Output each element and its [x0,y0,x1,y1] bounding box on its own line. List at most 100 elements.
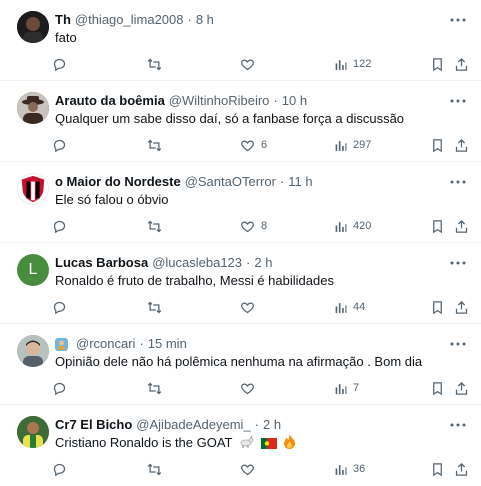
user-handle[interactable]: @thiago_lima2008 [75,11,184,29]
share-icon [454,462,469,477]
share-button[interactable] [454,381,469,396]
avatar[interactable] [17,11,49,43]
profile-photo-icon [17,416,49,448]
timestamp[interactable]: 15 min [148,335,187,353]
view-count: 297 [353,139,372,151]
avatar-letter: L [28,261,38,278]
retweet-button[interactable] [147,300,168,315]
views-button[interactable]: 44 [334,301,365,314]
more-options-icon[interactable] [449,416,467,434]
share-icon [454,300,469,315]
retweet-icon [147,462,162,477]
views-button[interactable]: 122 [334,58,371,71]
display-name[interactable]: Cr7 El Bicho [55,416,132,434]
user-handle[interactable]: @lucasleba123 [152,254,242,272]
display-name[interactable]: Arauto da boêmia [55,92,165,110]
profile-photo-icon [17,11,49,43]
timestamp[interactable]: 8 h [196,11,214,29]
timestamp[interactable]: 11 h [288,173,312,191]
reply-button[interactable] [52,219,73,234]
reply-button[interactable] [52,300,73,315]
reply-button[interactable] [52,57,73,72]
display-name[interactable]: o Maior do Nordeste [55,173,181,191]
bookmark-button[interactable] [430,462,445,477]
avatar[interactable] [17,92,49,124]
like-button[interactable] [240,57,261,72]
views-chart-icon [334,382,347,395]
like-button[interactable] [240,462,261,477]
like-button[interactable]: 8 [240,219,267,234]
view-count: 122 [353,58,372,70]
bookmark-button[interactable] [430,381,445,396]
avatar[interactable] [17,416,49,448]
user-handle[interactable]: @WiltinhoRibeiro [169,92,270,110]
tweet[interactable]: o Maior do Nordeste @SantaOTerror · 11 h… [0,162,481,243]
tweet[interactable]: Arauto da boêmia @WiltinhoRibeiro · 10 h… [0,81,481,162]
separator: · [246,255,251,270]
views-button[interactable]: 420 [334,220,371,233]
reply-icon [52,57,67,72]
more-options-icon[interactable] [449,173,467,191]
heart-icon [240,300,255,315]
bookmark-icon [430,219,445,234]
tweet[interactable]: Cr7 El Bicho @AjibadeAdeyemi_ · 2 h Cris… [0,405,481,486]
display-name[interactable]: Th [55,11,71,29]
tweet-actions: 122 [52,54,473,74]
share-button[interactable] [454,300,469,315]
share-button[interactable] [454,57,469,72]
bookmark-button[interactable] [430,57,445,72]
reply-button[interactable] [52,138,73,153]
display-name[interactable]: Lucas Barbosa [55,254,148,272]
retweet-button[interactable] [147,462,168,477]
tweet-text: fato [55,30,77,45]
retweet-button[interactable] [147,57,168,72]
views-chart-icon [334,463,347,476]
heart-icon [240,381,255,396]
like-button[interactable] [240,381,261,396]
avatar[interactable] [17,335,49,367]
timestamp[interactable]: 10 h [282,92,307,110]
retweet-button[interactable] [147,219,168,234]
share-button[interactable] [454,219,469,234]
tweet[interactable]: @rconcari · 15 min Opinião dele não há p… [0,324,481,405]
bookmark-icon [430,138,445,153]
separator: · [139,336,144,351]
share-button[interactable] [454,462,469,477]
bookmark-button[interactable] [430,138,445,153]
share-icon [454,138,469,153]
views-button[interactable]: 297 [334,139,371,152]
portugal-flag-emoji-icon [260,436,277,454]
avatar[interactable] [17,173,49,205]
retweet-icon [147,57,162,72]
more-options-icon[interactable] [449,254,467,272]
more-options-icon[interactable] [449,92,467,110]
user-handle[interactable]: @rconcari [76,335,135,353]
timestamp[interactable]: 2 h [254,254,272,272]
timestamp[interactable]: 2 h [263,416,281,434]
retweet-icon [147,219,162,234]
bookmark-icon [430,462,445,477]
reply-icon [52,381,67,396]
retweet-button[interactable] [147,381,168,396]
like-button[interactable]: 6 [240,138,267,153]
more-options-icon[interactable] [449,335,467,353]
user-handle[interactable]: @AjibadeAdeyemi_ [136,416,250,434]
reply-button[interactable] [52,381,73,396]
tweet[interactable]: L Lucas Barbosa @lucasleba123 · 2 h Rona… [0,243,481,324]
retweet-button[interactable] [147,138,168,153]
reply-button[interactable] [52,462,73,477]
bookmark-button[interactable] [430,300,445,315]
heart-icon [240,462,255,477]
tweet-header: Arauto da boêmia @WiltinhoRibeiro · 10 h [55,92,441,110]
share-icon [454,219,469,234]
more-options-icon[interactable] [449,11,467,29]
avatar[interactable]: L [17,254,49,286]
user-handle[interactable]: @SantaOTerror [185,173,276,191]
views-button[interactable]: 36 [334,463,365,476]
share-button[interactable] [454,138,469,153]
like-button[interactable] [240,300,261,315]
tweet-text: Opinião dele não há polêmica nenhuma na … [55,354,423,369]
views-button[interactable]: 7 [334,382,359,395]
bookmark-button[interactable] [430,219,445,234]
tweet[interactable]: Th @thiago_lima2008 · 8 h fato 122 [0,0,481,81]
